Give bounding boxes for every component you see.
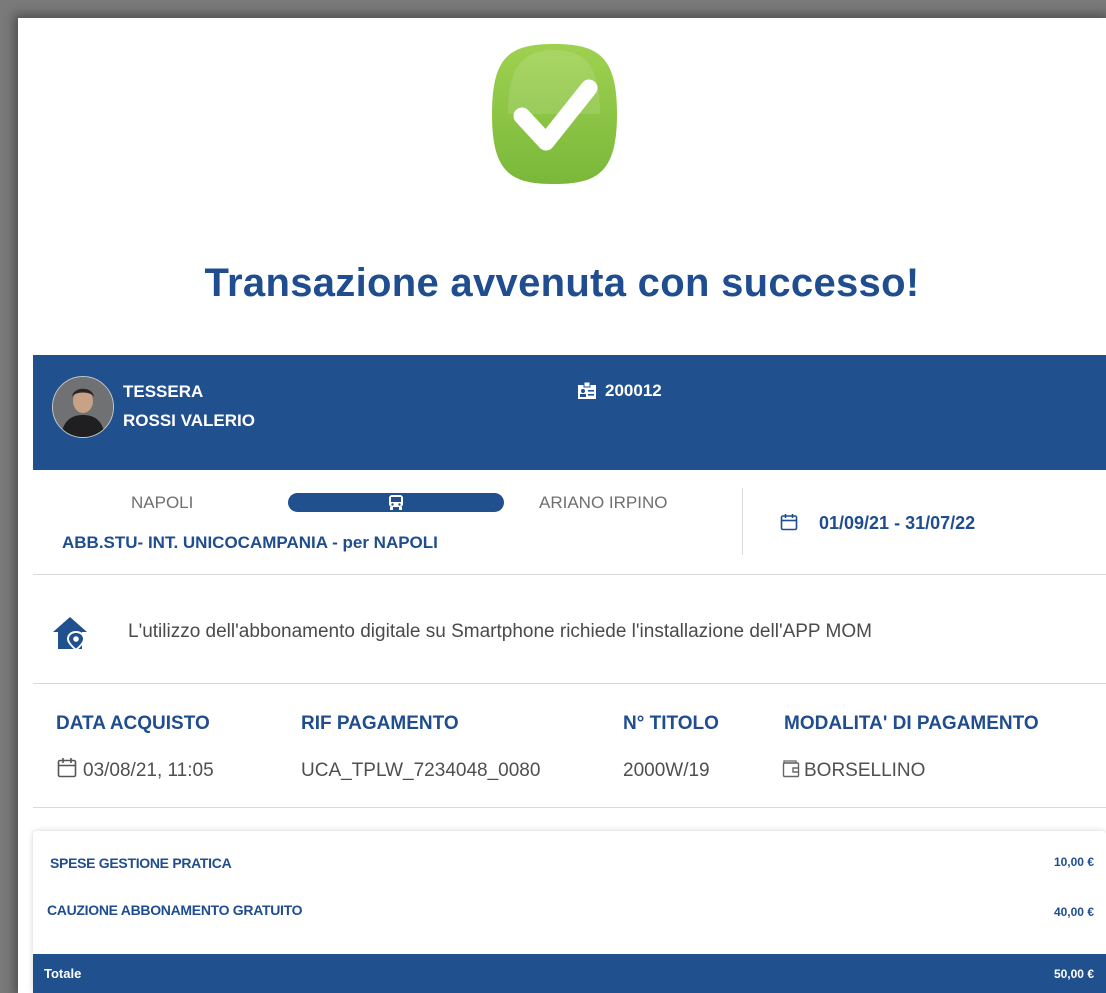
calendar-icon xyxy=(780,514,798,531)
avatar xyxy=(52,376,114,438)
card-holder-name: ROSSI VALERIO xyxy=(123,411,255,430)
payment-ref-label: RIF PAGAMENTO xyxy=(301,713,459,734)
calendar-icon xyxy=(57,758,77,778)
title-number-label: N° TITOLO xyxy=(623,713,719,734)
route-origin: NAPOLI xyxy=(131,493,194,512)
check-badge-icon xyxy=(492,44,617,184)
card-header: TESSERA ROSSI VALERIO 200012 xyxy=(33,355,1106,470)
purchase-date-label: DATA ACQUISTO xyxy=(56,713,210,734)
total-amount: 50,00 € xyxy=(1053,967,1094,981)
payment-method: BORSELLINO xyxy=(804,760,926,781)
divider xyxy=(33,807,1106,808)
divider xyxy=(742,488,743,555)
summary-item-amount: 10,00 € xyxy=(1053,855,1094,869)
total-label: Totale xyxy=(44,966,82,981)
summary-item-label: CAUZIONE ABBONAMENTO GRATUITO xyxy=(47,902,303,918)
window-left-border xyxy=(0,0,18,993)
home-location-icon xyxy=(53,617,87,651)
info-message: L'utilizzo dell'abbonamento digitale su … xyxy=(128,621,872,642)
divider xyxy=(33,574,1106,575)
card-number: 200012 xyxy=(605,381,662,400)
title-number: 2000W/19 xyxy=(623,760,710,781)
total-row: Totale 50,00 € xyxy=(33,954,1106,993)
cost-summary: SPESE GESTIONE PRATICA 10,00 € CAUZIONE … xyxy=(33,831,1106,993)
payment-method-label: MODALITA' DI PAGAMENTO xyxy=(784,713,1039,734)
bus-icon xyxy=(389,495,403,510)
id-card-icon xyxy=(578,382,596,399)
purchase-date: 03/08/21, 11:05 xyxy=(83,760,214,781)
summary-item-label: SPESE GESTIONE PRATICA xyxy=(50,855,232,871)
product-name: ABB.STU- INT. UNICOCAMPANIA - per NAPOLI xyxy=(62,533,438,552)
window-top-border xyxy=(0,0,1106,18)
page-title: Transazione avvenuta con successo! xyxy=(204,261,920,305)
validity-period: 01/09/21 - 31/07/22 xyxy=(819,513,976,533)
route-destination: ARIANO IRPINO xyxy=(539,493,668,512)
receipt-page: Transazione avvenuta con successo! TESSE… xyxy=(18,18,1106,993)
wallet-icon xyxy=(782,760,800,778)
summary-item-amount: 40,00 € xyxy=(1053,905,1094,919)
card-type: TESSERA xyxy=(123,382,204,401)
payment-ref: UCA_TPLW_7234048_0080 xyxy=(301,760,541,781)
route-line xyxy=(288,493,504,512)
divider xyxy=(33,683,1106,684)
